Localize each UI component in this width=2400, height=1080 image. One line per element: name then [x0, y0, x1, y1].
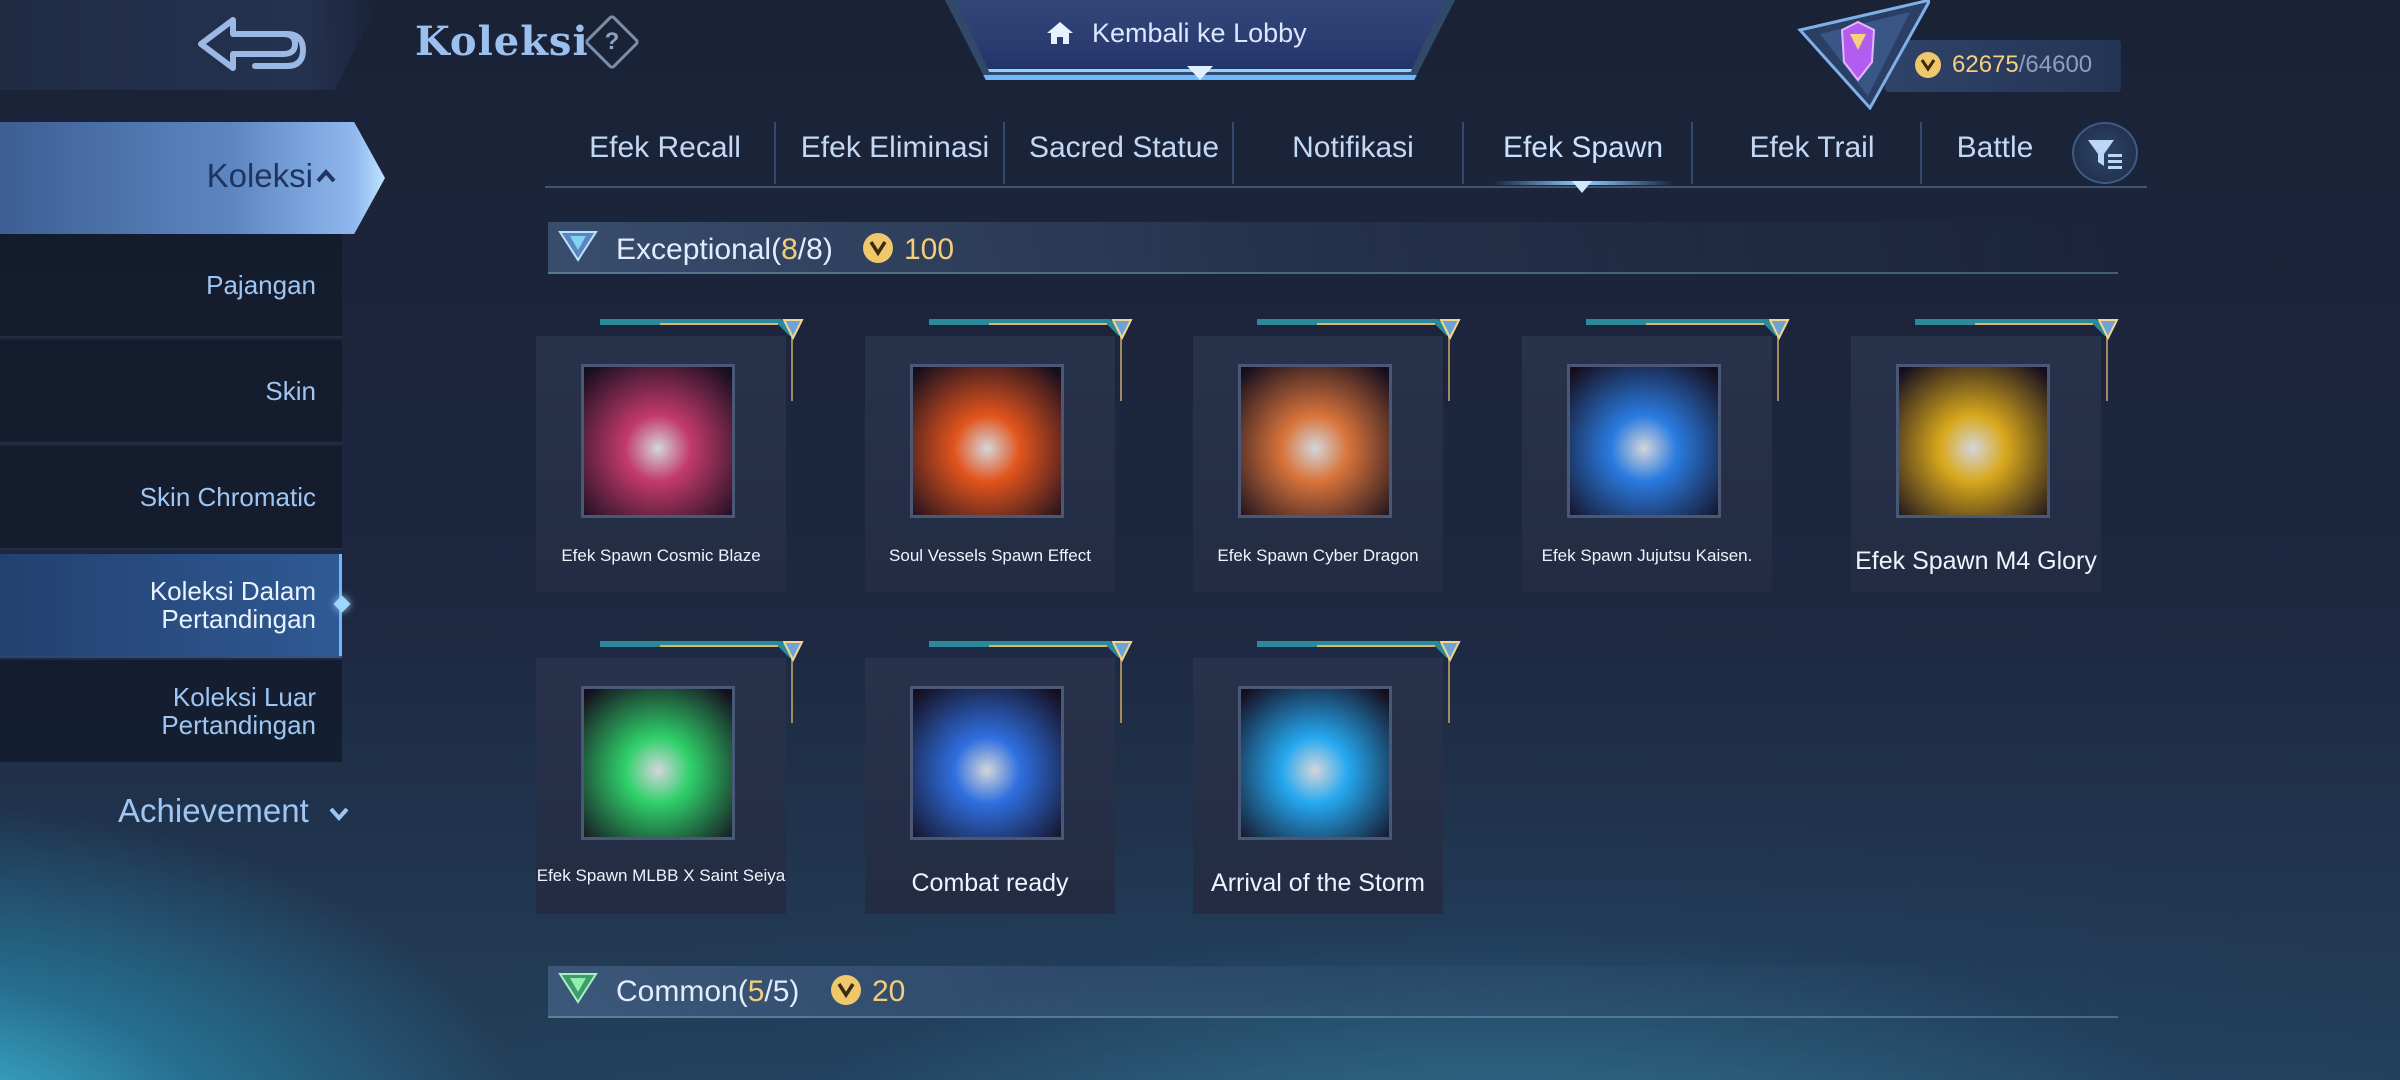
spawn-effect-thumbnail — [1567, 364, 1721, 518]
tab-divider — [1462, 122, 1464, 184]
tab-notifikasi[interactable]: Notifikasi — [1239, 118, 1467, 186]
help-icon[interactable]: ? — [583, 13, 641, 71]
collection-card[interactable]: Combat ready — [865, 658, 1115, 914]
collection-card[interactable]: Soul Vessels Spawn Effect — [865, 336, 1115, 592]
card-label: Efek Spawn Cosmic Blaze — [561, 546, 761, 565]
chevron-down-icon — [329, 807, 349, 822]
back-to-lobby-label[interactable]: Kembali ke Lobby — [1092, 18, 1307, 49]
card-label: Efek Spawn M4 Glory — [1855, 547, 2097, 575]
coin-icon — [863, 233, 893, 263]
collection-card[interactable]: Efek Spawn MLBB X Saint Seiya — [536, 658, 786, 914]
coin-icon — [1915, 52, 1941, 78]
points-current: 62675 — [1952, 51, 2019, 78]
sidebar-koleksi-main[interactable]: Koleksi — [0, 122, 385, 234]
collection-card[interactable]: Efek Spawn Jujutsu Kaisen. — [1522, 336, 1772, 592]
coin-icon — [831, 975, 861, 1005]
collection-card[interactable]: Efek Spawn Cyber Dragon — [1193, 336, 1443, 592]
back-arrow-icon — [198, 17, 307, 71]
sidebar-item-koleksi-dalam-pertandingan[interactable]: Koleksi Dalam Pertandingan — [0, 554, 342, 658]
section-points-common: 20 — [872, 975, 906, 1008]
card-label: Efek Spawn Cyber Dragon — [1217, 546, 1419, 565]
sidebar-achievement[interactable]: Achievement — [118, 792, 309, 830]
section-title-common: Common(5/5) — [616, 975, 800, 1008]
page-title: Koleksi — [415, 18, 589, 65]
sidebar-item-skin[interactable]: Skin — [0, 340, 342, 444]
tab-divider — [1232, 122, 1234, 184]
exceptional-tier-icon — [558, 231, 598, 262]
card-label: Efek Spawn MLBB X Saint Seiya — [536, 866, 786, 885]
card-label: Arrival of the Storm — [1211, 869, 1425, 897]
card-label: Combat ready — [911, 869, 1069, 897]
sidebar-item-pajangan[interactable]: Pajangan — [0, 234, 342, 338]
section-points-exceptional: 100 — [904, 233, 955, 266]
spawn-effect-thumbnail — [581, 364, 735, 518]
spawn-effect-thumbnail — [1238, 686, 1392, 840]
sidebar-item-skin-chromatic[interactable]: Skin Chromatic — [0, 446, 342, 550]
spawn-effect-thumbnail — [910, 686, 1064, 840]
section-title-exceptional: Exceptional(8/8) — [616, 233, 833, 266]
points-total: /64600 — [2018, 51, 2093, 78]
card-label: Efek Spawn Jujutsu Kaisen. — [1541, 546, 1753, 565]
tab-efek-spawn[interactable]: Efek Spawn — [1469, 118, 1697, 186]
tab-efek-recall[interactable]: Efek Recall — [551, 118, 779, 186]
spawn-effect-thumbnail — [1896, 364, 2050, 518]
tab-divider — [1003, 122, 1005, 184]
tab-divider — [1691, 122, 1693, 184]
sidebar-main-label: Koleksi — [206, 157, 313, 194]
spawn-effect-thumbnail — [910, 364, 1064, 518]
common-tier-icon — [558, 973, 598, 1004]
back-button[interactable] — [0, 0, 380, 90]
rank-emblem-icon — [1797, 0, 1930, 110]
collection-card[interactable]: Arrival of the Storm — [1193, 658, 1443, 914]
collection-card[interactable]: Efek Spawn Cosmic Blaze — [536, 336, 786, 592]
tab-efek-eliminasi[interactable]: Efek Eliminasi — [781, 118, 1009, 186]
collection-card[interactable]: Efek Spawn M4 Glory — [1851, 336, 2101, 592]
chevron-up-icon — [316, 168, 336, 183]
tab-divider — [774, 122, 776, 184]
home-icon — [1047, 22, 1073, 44]
tab-sacred-statue[interactable]: Sacred Statue — [1010, 118, 1238, 186]
spawn-effect-thumbnail — [1238, 364, 1392, 518]
sidebar-item-koleksi-luar-pertandingan[interactable]: Koleksi Luar Pertandingan — [0, 660, 342, 764]
filter-button[interactable] — [2072, 122, 2138, 184]
spawn-effect-thumbnail — [581, 686, 735, 840]
collection-points: 62675/64600 — [1952, 51, 2092, 79]
card-label: Soul Vessels Spawn Effect — [889, 546, 1091, 565]
filter-icon — [2088, 140, 2122, 169]
